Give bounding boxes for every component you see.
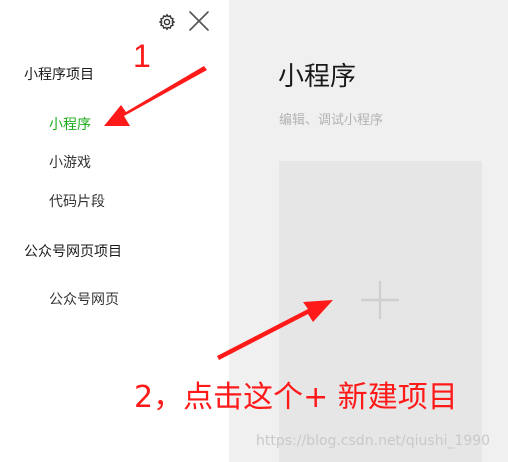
page-subtitle: 编辑、调试小程序	[279, 113, 384, 128]
sidebar-item-miniprogram[interactable]: 小程序	[49, 114, 91, 134]
sidebar-item-code-snippet[interactable]: 代码片段	[49, 191, 105, 211]
group-title-miniprogram: 小程序项目	[24, 67, 94, 83]
sidebar-item-official-webpage[interactable]: 公众号网页	[49, 289, 119, 309]
annotation-step-2: 2，点击这个+ 新建项目	[134, 380, 458, 415]
annotation-step-1: 1	[133, 38, 151, 74]
watermark: https://blog.csdn.net/qiushi_1990	[256, 433, 491, 449]
gear-icon[interactable]	[158, 13, 176, 31]
sidebar-item-minigame[interactable]: 小游戏	[49, 152, 91, 172]
close-icon[interactable]	[188, 10, 210, 32]
group-title-official-account: 公众号网页项目	[24, 244, 122, 260]
page-title: 小程序	[278, 62, 357, 92]
plus-icon[interactable]	[359, 279, 401, 321]
